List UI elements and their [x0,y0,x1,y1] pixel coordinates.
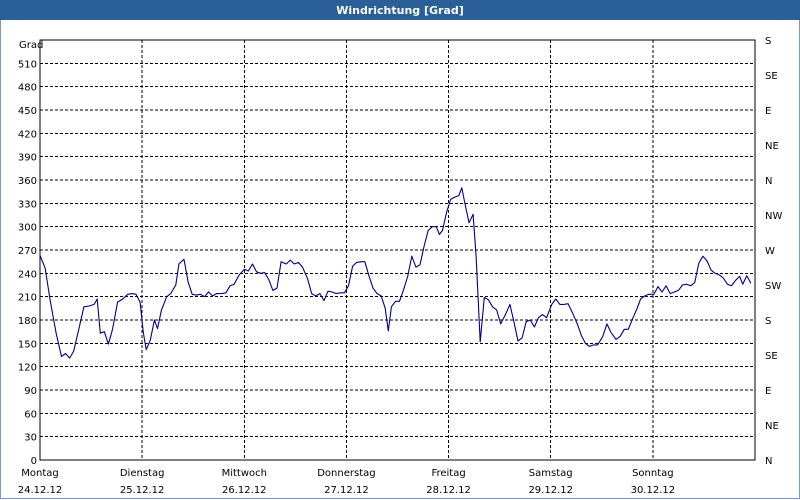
x-tick-day-label: Montag [21,468,58,479]
y-tick-label: 120 [18,363,37,374]
y-tick-label: 390 [18,153,37,164]
y-tick-label: 210 [18,293,37,304]
y2-tick-label: SE [765,351,778,362]
x-tick-date-label: 26.12.12 [222,485,267,496]
x-tick-date-label: 27.12.12 [324,485,369,496]
y2-tick-label: W [765,246,775,257]
y-tick-label: 90 [24,386,37,397]
x-tick-day-label: Freitag [431,468,465,479]
y-tick-label: 510 [18,59,37,70]
x-tick-day-label: Dienstag [120,468,165,479]
y-axis-label: Grad [19,40,43,51]
y2-tick-label: SE [765,71,778,82]
x-tick-day-label: Mittwoch [222,468,267,479]
y-tick-label: 240 [18,269,37,280]
y2-tick-label: S [765,316,771,327]
y-tick-label: 180 [18,316,37,327]
x-tick-day-label: Samstag [529,468,573,479]
x-tick-date-label: 25.12.12 [120,485,165,496]
x-tick-date-label: 30.12.12 [631,485,676,496]
wind-direction-chart: 0 30 60 90 120 150 180 210 240 270 300 330 360 390 420… [18,36,783,496]
x-tick-day-label: Donnerstag [317,468,375,479]
x-tick-date-label: 28.12.12 [426,485,471,496]
axes: 0 30 60 90 120 150 180 210 240 270 300 330 360 390 420… [18,36,783,496]
y2-tick-label: NE [765,421,779,432]
y2-tick-label: N [765,456,772,467]
y2-tick-label: NE [765,141,779,152]
y-tick-label: 270 [18,246,37,257]
x-tick-date-label: 24.12.12 [18,485,63,496]
y-tick-label: 0 [31,456,37,467]
y-tick-label: 330 [18,199,37,210]
y2-tick-label: N [765,176,772,187]
y-tick-label: 150 [18,339,37,350]
y2-tick-label: NW [765,211,782,222]
y2-tick-label: SW [765,281,781,292]
y2-tick-label: E [765,106,771,117]
y2-tick-label: E [765,386,771,397]
y-tick-label: 450 [18,106,37,117]
y-tick-label: 420 [18,129,37,140]
y-tick-label: 480 [18,83,37,94]
y-tick-label: 300 [18,223,37,234]
y-tick-label: 360 [18,176,37,187]
y-tick-label: 30 [24,433,37,444]
grid-lines [40,40,755,460]
y-tick-label: 60 [24,409,37,420]
x-tick-day-label: Sonntag [632,468,674,479]
x-tick-date-label: 29.12.12 [528,485,573,496]
y2-tick-label: S [765,36,771,47]
